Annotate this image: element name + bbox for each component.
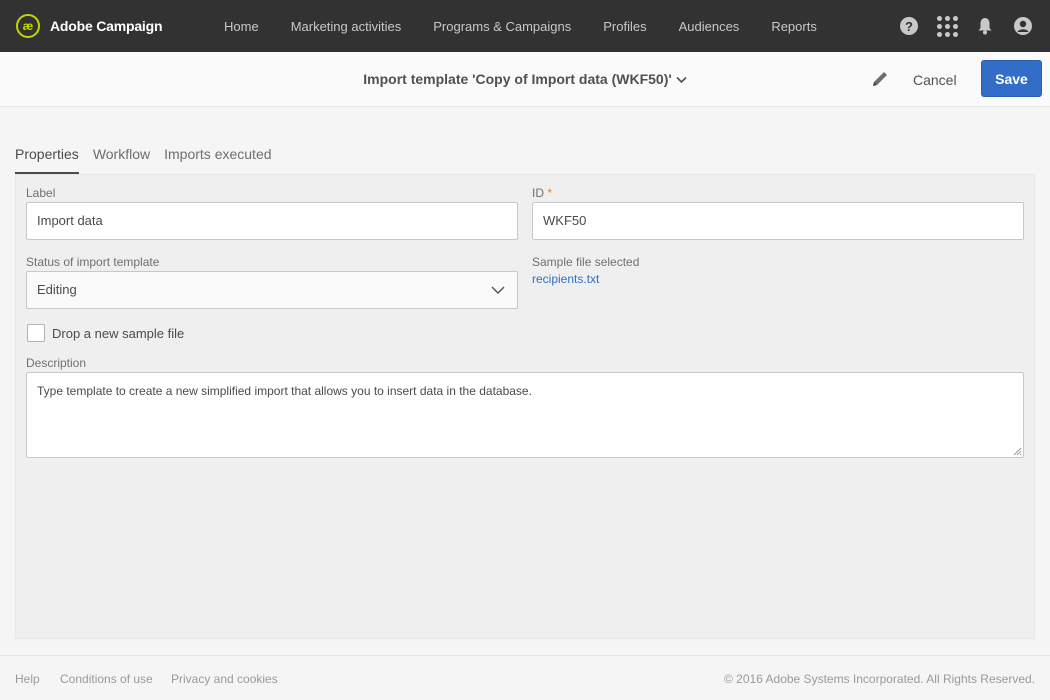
resize-handle-icon[interactable] (1013, 447, 1022, 456)
chevron-down-icon (676, 76, 687, 84)
sample-file-link[interactable]: recipients.txt (532, 272, 599, 286)
bell-icon[interactable] (974, 15, 996, 37)
chevron-down-icon (491, 286, 505, 294)
footer: Help Conditions of use Privacy and cooki… (0, 655, 1050, 700)
tab-properties[interactable]: Properties (15, 143, 79, 174)
status-field-label: Status of import template (26, 255, 160, 269)
copyright: © 2016 Adobe Systems Incorporated. All R… (723, 672, 1035, 686)
sample-file-label: Sample file selected (532, 255, 640, 269)
app-name: Adobe Campaign (50, 18, 163, 34)
page-title-text: Import template 'Copy of Import data (WK… (363, 71, 672, 87)
nav-item-audiences[interactable]: Audiences (679, 19, 740, 34)
cancel-button[interactable]: Cancel (905, 70, 965, 90)
id-field-label: ID * (532, 186, 552, 200)
properties-panel: Label Import data ID * WKF50 Status of i… (15, 174, 1035, 639)
label-field-label: Label (26, 186, 56, 200)
nav-item-profiles[interactable]: Profiles (603, 19, 646, 34)
required-marker: * (547, 186, 553, 200)
tab-workflow[interactable]: Workflow (93, 143, 150, 174)
apps-grid-dots (936, 15, 958, 37)
main-nav: Home Marketing activities Programs & Cam… (224, 0, 849, 52)
page-title[interactable]: Import template 'Copy of Import data (WK… (0, 71, 1050, 87)
description-text: Type template to create a new simplified… (37, 384, 532, 398)
user-avatar-icon[interactable] (1012, 15, 1034, 37)
footer-link-help[interactable]: Help (15, 672, 40, 686)
tabs: Properties Workflow Imports executed (15, 143, 286, 174)
help-glyph: ? (900, 17, 918, 35)
top-navigation-bar: æ Adobe Campaign Home Marketing activiti… (0, 0, 1050, 52)
nav-item-programs-campaigns[interactable]: Programs & Campaigns (433, 19, 571, 34)
brand[interactable]: æ Adobe Campaign (16, 14, 224, 38)
adobe-campaign-logo-icon: æ (16, 14, 40, 38)
footer-link-conditions-of-use[interactable]: Conditions of use (60, 672, 153, 686)
page-header: Import template 'Copy of Import data (WK… (0, 52, 1050, 107)
save-button[interactable]: Save (981, 60, 1042, 97)
description-textarea[interactable]: Type template to create a new simplified… (26, 372, 1024, 458)
drop-sample-checkbox[interactable] (27, 324, 45, 342)
nav-item-marketing-activities[interactable]: Marketing activities (291, 19, 402, 34)
id-label-text: ID (532, 186, 544, 200)
bell-glyph (978, 18, 992, 35)
nav-item-home[interactable]: Home (224, 19, 259, 34)
help-icon[interactable]: ? (898, 15, 920, 37)
id-input[interactable]: WKF50 (532, 202, 1024, 240)
status-select[interactable]: Editing (26, 271, 518, 309)
label-input[interactable]: Import data (26, 202, 518, 240)
nav-item-reports[interactable]: Reports (771, 19, 817, 34)
drop-sample-label: Drop a new sample file (52, 326, 185, 341)
pencil-icon[interactable] (869, 68, 891, 90)
top-icons: ? (882, 0, 1034, 52)
tab-imports-executed[interactable]: Imports executed (164, 143, 271, 174)
apps-grid-icon[interactable] (936, 15, 958, 37)
status-select-value: Editing (37, 282, 77, 297)
avatar-glyph (1014, 17, 1032, 35)
description-field-label: Description (26, 356, 87, 370)
footer-link-privacy-and-cookies[interactable]: Privacy and cookies (171, 672, 278, 686)
